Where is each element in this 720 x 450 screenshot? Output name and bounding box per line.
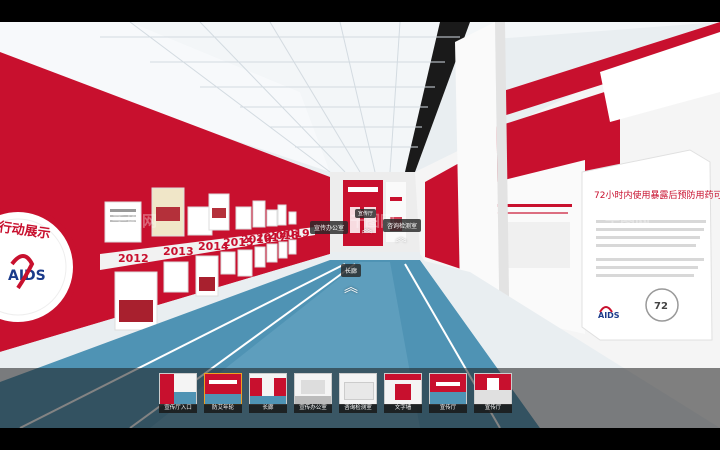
thumbnail-image [339,373,377,405]
panel-logo: AIDS [598,311,620,320]
thumbnail-label: 长廊 [249,404,287,413]
thumbnail-scene[interactable]: 咨询检测室 [339,373,377,413]
hotspot-office-label[interactable]: 宣传办公室 [310,221,349,234]
thumbnail-scene[interactable]: 宣传厅 [429,373,467,413]
panel-title: 72小时内使用暴露后预防用药可 [594,189,720,201]
thumbnail-image [159,373,197,405]
thumbnail-label: 宣传厅 [429,404,467,413]
thumbnail-label: 文字墙 [384,404,422,413]
thumbnail-scene[interactable]: 宣传厅 [474,373,512,413]
thumbnail-image [474,373,512,405]
hotspot-exam-arrow-icon[interactable]: ︽ [394,232,408,243]
hotspot-corridor-arrow-icon[interactable]: ︽ [340,281,362,295]
thumbnail-label: 宣传厅入口 [159,404,197,413]
hotspot-office-arrow-icon[interactable]: ︽ [360,223,374,234]
thumbnail-label: 宣传办公室 [294,404,332,413]
thumbnail-scene-active[interactable]: 防艾年轮 [204,373,242,413]
info-panel: 72小时内使用暴露后预防用药可 AIDS 72 [581,149,720,341]
year-label: 2019 [279,227,310,240]
thumbnail-image [204,373,242,405]
year-label: 2013 [163,245,194,258]
hotspot-hall-label[interactable]: 宣传厅 [355,209,377,218]
hotspot-corridor-label[interactable]: 长廊 [341,264,362,277]
thumbnail-scene[interactable]: 文字墙 [384,373,422,413]
thumbnail-scene[interactable]: 宣传办公室 [294,373,332,413]
thumbnail-image [294,373,332,405]
year-label: 2012 [118,252,149,265]
panel-badge: 72 [654,301,668,312]
thumbnail-image [429,373,467,405]
bottom-letterbox [0,428,720,450]
thumbnail-label: 咨询检测室 [339,404,377,413]
thumbnail-label: 宣传厅 [474,404,512,413]
thumbnail-image [249,373,287,405]
top-letterbox [0,0,720,22]
thumbnail-image [384,373,422,405]
watermark: 千图网 [112,212,158,230]
thumbnail-scene[interactable]: 长廊 [249,373,287,413]
watermark: 千图网 [605,212,651,230]
thumbnail-scene[interactable]: 宣传厅入口 [159,373,197,413]
thumbnail-label: 防艾年轮 [204,404,242,413]
